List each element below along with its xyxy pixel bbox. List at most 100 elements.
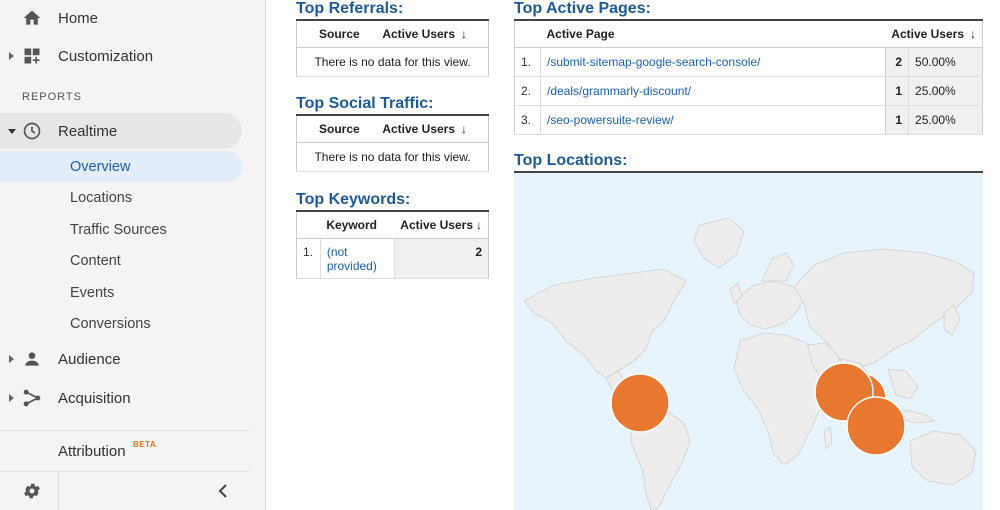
active-users-value: 2 [884, 47, 909, 77]
row-index: 1. [296, 238, 321, 279]
landmass-north-america [523, 268, 687, 379]
landmass-australia [909, 430, 977, 486]
nav-realtime-conversions[interactable]: Conversions [0, 308, 242, 339]
nav-item-label: Locations [70, 189, 133, 206]
reports-section-label: REPORTS [22, 91, 82, 103]
sort-down-arrow-icon: ↓ [461, 26, 468, 41]
active-users-percent: 25.00% [908, 105, 983, 135]
active-users-value: 1 [884, 105, 909, 135]
sidebar-divider [0, 430, 250, 431]
world-map-svg [523, 217, 977, 510]
nav-realtime-locations[interactable]: Locations [0, 182, 242, 213]
row-index: 2. [514, 76, 541, 106]
sort-down-arrow-icon: ↓ [461, 121, 468, 136]
landmass-greenland [693, 217, 745, 269]
beta-badge: BETA [133, 440, 157, 449]
column-header-keyword[interactable]: Keyword [320, 211, 395, 239]
nav-customization-label: Customization [58, 47, 154, 65]
top-active-pages-title: Top Active Pages: [514, 0, 651, 17]
landmass-europe [735, 280, 805, 330]
row-index: 3. [514, 105, 541, 135]
nav-realtime-traffic-sources[interactable]: Traffic Sources [0, 214, 242, 245]
top-locations-title: Top Locations: [514, 152, 628, 169]
nav-home-label: Home [58, 9, 99, 27]
column-header-active-users[interactable]: Active Users ↓ [376, 115, 489, 143]
location-bubble [610, 373, 670, 433]
nav-realtime[interactable]: Realtime [0, 113, 242, 149]
active-users-value: 2 [394, 238, 489, 279]
nav-item-label: Overview [70, 158, 131, 175]
row-index: 1. [514, 47, 541, 77]
column-header-index [514, 20, 541, 48]
active-users-percent: 25.00% [908, 76, 983, 106]
keyword-link[interactable]: (not provided) [327, 245, 377, 273]
expand-caret-icon [9, 355, 14, 363]
top-keywords-title: Top Keywords: [296, 191, 411, 208]
table-row: 3. /seo-powersuite-review/ 1 25.00% [514, 105, 983, 135]
dashboard-plus-icon [24, 48, 40, 64]
landmass-southeast-asia [887, 368, 919, 400]
active-users-value: 1 [884, 76, 909, 106]
nav-attribution-label: Attribution [58, 442, 126, 460]
sort-down-arrow-icon: ↓ [476, 217, 482, 232]
acquisition-icon [23, 389, 41, 407]
nav-audience[interactable]: Audience [0, 341, 242, 377]
top-keywords-table: Keyword Active Users ↓ 1. (not provided) … [296, 210, 489, 279]
top-referrals-title: Top Referrals: [296, 0, 404, 17]
nav-realtime-label: Realtime [58, 122, 118, 140]
nav-attribution[interactable]: Attribution [0, 433, 242, 469]
expand-caret-icon [9, 52, 14, 60]
active-page-link[interactable]: /submit-sitemap-google-search-console/ [547, 55, 760, 69]
column-header-active-page[interactable]: Active Page [540, 20, 886, 48]
landmass-scandinavia [761, 252, 795, 282]
top-referrals-table: Source Active Users ↓ There is no data fo… [296, 19, 489, 77]
expand-caret-icon [9, 394, 14, 402]
nav-audience-label: Audience [58, 350, 121, 368]
collapse-caret-icon [8, 128, 16, 134]
table-row: 2. /deals/grammarly-discount/ 1 25.00% [514, 76, 983, 106]
gear-icon[interactable] [22, 481, 42, 501]
no-data-message: There is no data for this view. [296, 142, 489, 172]
top-social-table: Source Active Users ↓ There is no data fo… [296, 114, 489, 172]
location-bubble [846, 396, 906, 456]
nav-acquisition-label: Acquisition [58, 389, 131, 407]
column-header-source[interactable]: Source [296, 20, 377, 48]
table-row: 1. (not provided) 2 [296, 238, 489, 279]
clock-icon [23, 122, 41, 140]
nav-item-label: Conversions [70, 315, 151, 332]
nav-realtime-events[interactable]: Events [0, 277, 242, 308]
column-header-label: Active Users [382, 26, 456, 41]
sidebar: Home Customization REPORTS Realtime Over… [0, 0, 266, 510]
column-header-active-users[interactable]: Active Users ↓ [394, 211, 489, 239]
top-active-pages-table: Active Page Active Users ↓ 1. /submit-sit… [514, 19, 983, 135]
active-page-link[interactable]: /seo-powersuite-review/ [547, 113, 674, 127]
nav-customization[interactable]: Customization [0, 38, 242, 74]
column-header-source[interactable]: Source [296, 115, 377, 143]
top-social-title: Top Social Traffic: [296, 95, 434, 112]
column-header-active-users[interactable]: Active Users ↓ [885, 20, 983, 48]
nav-realtime-overview[interactable]: Overview [0, 151, 242, 182]
nav-item-label: Events [70, 284, 115, 301]
column-header-index [296, 211, 321, 239]
sidebar-bottom-bar [0, 472, 250, 510]
collapse-sidebar-icon[interactable] [216, 483, 230, 499]
active-page-link[interactable]: /deals/grammarly-discount/ [547, 84, 691, 98]
column-header-label: Active Users [891, 26, 964, 41]
no-data-message: There is no data for this view. [296, 47, 489, 77]
bottom-separator [58, 472, 59, 510]
nav-realtime-content[interactable]: Content [0, 245, 242, 276]
sort-down-arrow-icon: ↓ [970, 26, 976, 41]
nav-acquisition[interactable]: Acquisition [0, 380, 242, 416]
nav-item-label: Traffic Sources [70, 221, 167, 238]
active-users-percent: 50.00% [908, 47, 983, 77]
home-icon [23, 10, 41, 25]
nav-home[interactable]: Home [0, 0, 242, 36]
column-header-label: Active Users [382, 121, 456, 136]
column-header-active-users[interactable]: Active Users ↓ [376, 20, 489, 48]
nav-item-label: Content [70, 252, 121, 269]
table-row: 1. /submit-sitemap-google-search-console… [514, 47, 983, 77]
world-map[interactable] [514, 171, 983, 510]
column-header-label: Active Users [400, 217, 473, 232]
landmass-madagascar [823, 426, 833, 450]
person-icon [25, 352, 39, 366]
